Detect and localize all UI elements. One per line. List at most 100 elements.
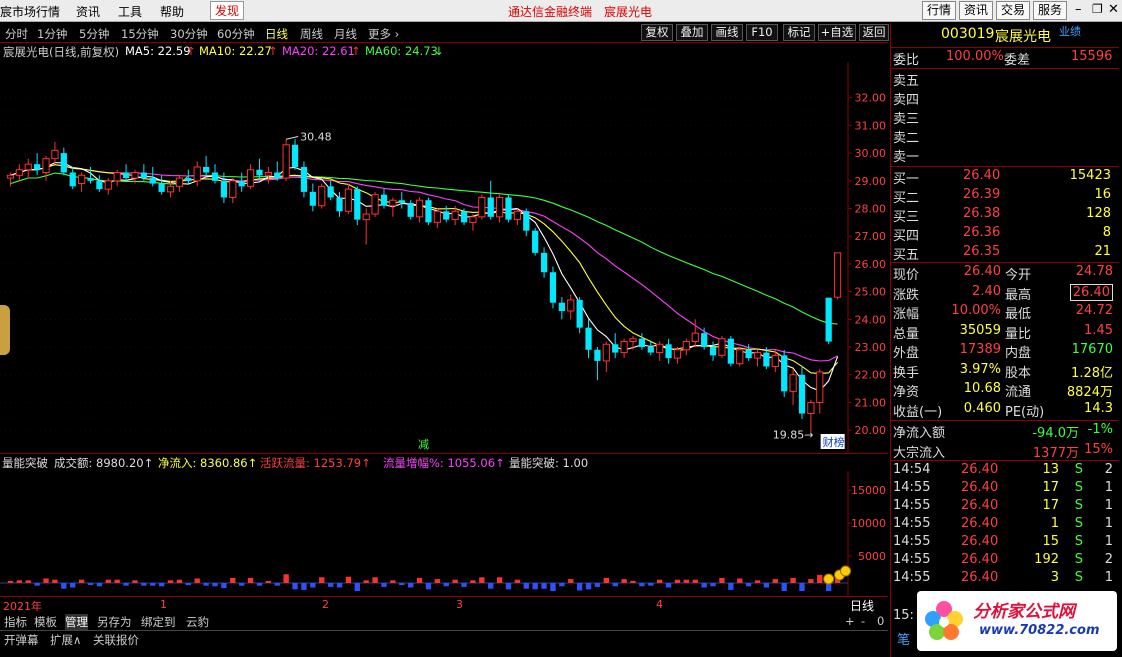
tab-manage[interactable]: 管理 (65, 614, 88, 630)
candle-body (638, 338, 646, 348)
overlay-button[interactable]: 叠加 (676, 24, 708, 41)
f10-button[interactable]: F10 (746, 24, 778, 41)
tab-more[interactable]: 更多 › (368, 26, 399, 42)
buy-level-row[interactable]: 买五 26.35 21 (891, 244, 1119, 263)
stat-value: 1.45 (1084, 322, 1113, 338)
service-button[interactable]: 服务 (1033, 1, 1067, 20)
candle-body (798, 374, 806, 414)
buy-level-row[interactable]: 买三 26.38 128 (891, 206, 1119, 225)
tick-time: 14:55 (893, 516, 931, 531)
candle-body (415, 199, 424, 218)
tab-monthly[interactable]: 月线 (334, 26, 357, 42)
close-icon[interactable]: ✕ (1108, 2, 1119, 17)
kline-chart[interactable]: 32.00 31.00 30.00 29.00 28.00 27.00 26.00 25.00… (0, 62, 888, 452)
candle-body (131, 172, 139, 179)
time-label-1: 1 (160, 598, 167, 611)
buy-level-volume: 16 (1094, 187, 1111, 202)
candle-body (291, 144, 299, 167)
candle-body (523, 211, 530, 231)
ma60-line (10, 172, 838, 325)
related-quote[interactable]: 关联报价 (93, 632, 139, 648)
candle-body (220, 180, 228, 198)
back-button[interactable]: 返回 (859, 24, 889, 41)
buy-level-volume: 15423 (1069, 168, 1111, 183)
mark-button[interactable]: 标记 (783, 24, 815, 41)
tab-daily[interactable]: 日线 (265, 26, 288, 42)
tab-5min[interactable]: 5分钟 (79, 26, 109, 42)
draw-button[interactable]: 画线 (711, 24, 743, 41)
candle-body (300, 166, 308, 192)
menu-news[interactable]: 资讯 (76, 3, 100, 20)
candle-body (327, 186, 334, 198)
minimize-icon[interactable]: – (1075, 2, 1082, 17)
time-label-2: 2 (322, 598, 329, 611)
menu-market[interactable]: 宸市场行情 (0, 3, 60, 20)
stat-value: 1.28亿 (1071, 365, 1113, 381)
quote-button[interactable]: 行情 (922, 1, 956, 20)
volume-chart[interactable]: 15000 10000 5000 (0, 471, 888, 596)
tab-30min[interactable]: 30分钟 (170, 26, 208, 42)
divider (891, 166, 1119, 167)
tab-fenshi[interactable]: 分时 (5, 26, 28, 42)
candle-body (469, 216, 477, 223)
reset-button[interactable]: 0 (877, 614, 884, 628)
info-button[interactable]: 资讯 (959, 1, 993, 20)
tick-side: S (1074, 480, 1083, 495)
tab-yunbao[interactable]: 云豹 (186, 614, 209, 630)
tick-footer-label[interactable]: 笔 (897, 629, 910, 648)
tick-row: 14:55 26.40 17 S 1 (891, 498, 1119, 517)
expand-toggle[interactable]: 扩展∧ (50, 632, 81, 648)
tab-bind[interactable]: 绑定到 (141, 614, 176, 630)
candle-body (51, 149, 59, 160)
stat-label: 最低 (1005, 307, 1032, 322)
sell-level-label: 卖四 (893, 93, 920, 108)
buy-level-row[interactable]: 买二 26.39 16 (891, 187, 1119, 206)
add-watchlist-button[interactable]: +自选 (818, 24, 856, 41)
menu-tools[interactable]: 工具 (118, 3, 142, 20)
buy-level-row[interactable]: 买四 26.36 8 (891, 225, 1119, 244)
tab-indicator[interactable]: 指标 (4, 614, 27, 630)
side-collapse-handle[interactable] (0, 305, 10, 355)
candle-body (344, 188, 353, 212)
menu-help[interactable]: 帮助 (160, 3, 184, 20)
candle-body (69, 172, 76, 187)
stock-code: 003019 (941, 26, 995, 42)
tab-weekly[interactable]: 周线 (300, 26, 323, 42)
candle-body (718, 338, 726, 356)
tab-template[interactable]: 模板 (34, 614, 57, 630)
tab-15min[interactable]: 15分钟 (121, 26, 159, 42)
stat-row: 外盘 17389 内盘 17670 (891, 342, 1119, 361)
tick-side: S (1074, 516, 1083, 531)
buy-level-row[interactable]: 买一 26.40 15423 (891, 168, 1119, 187)
tab-save-as[interactable]: 另存为 (97, 614, 132, 630)
zoom-in-button[interactable]: + (845, 614, 855, 628)
stat-value: 10.68 (963, 381, 1001, 396)
candle-body (193, 166, 201, 182)
logo-url: www.70822.com (979, 623, 1100, 638)
candle-body (443, 211, 450, 220)
earnings-tag[interactable]: 业绩 (1059, 23, 1081, 39)
tab-60min[interactable]: 60分钟 (217, 26, 255, 42)
fuquan-button[interactable]: 复权 (641, 24, 673, 41)
price-tick-label: 27.00 (855, 230, 887, 243)
candle-body (629, 338, 637, 342)
candle-body (42, 158, 50, 174)
high-price-label: 30.48 (300, 130, 332, 143)
time-label-4: 4 (656, 598, 663, 611)
candle-body (594, 349, 601, 361)
flow-percent: -1% (1087, 422, 1113, 437)
tick-count: 1 (1104, 570, 1113, 585)
tab-1min[interactable]: 1分钟 (37, 26, 67, 42)
price-tick-label: 20.00 (855, 424, 887, 437)
restore-icon[interactable]: ❐ (1092, 2, 1103, 16)
zoom-out-button[interactable]: - (861, 614, 865, 628)
danmu-toggle[interactable]: 开弹幕 (4, 632, 39, 648)
trade-button[interactable]: 交易 (996, 1, 1030, 20)
divider (891, 68, 1119, 69)
volume-tick-label: 15000 (851, 484, 886, 497)
candle-body (495, 196, 504, 218)
tick-row: 14:55 26.40 15 S 1 (891, 534, 1119, 553)
candle-body (833, 252, 842, 298)
menu-discover[interactable]: 发现 (210, 1, 245, 20)
time-label-3: 3 (456, 598, 463, 611)
